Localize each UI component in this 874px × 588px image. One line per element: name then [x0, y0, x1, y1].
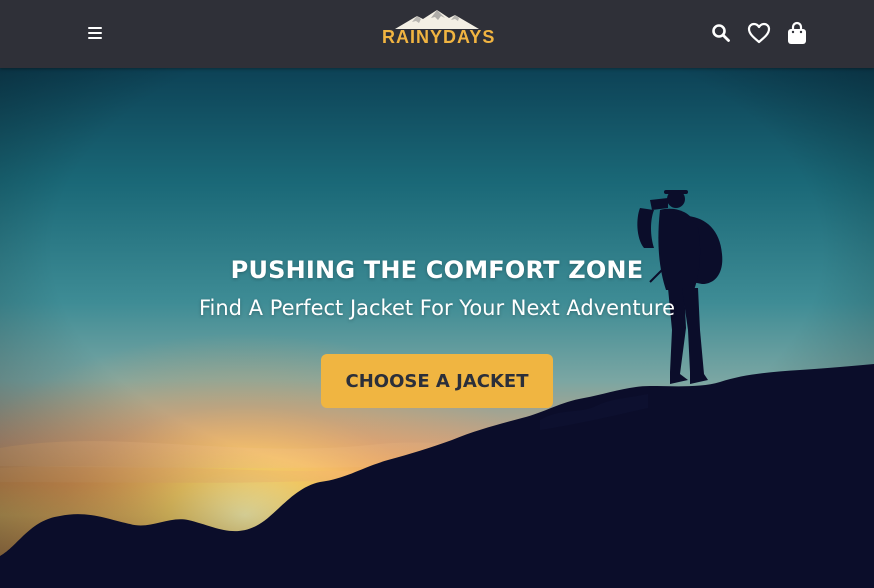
logo-text: RAINYDAYS — [382, 27, 496, 47]
hero-section: PUSHING THE COMFORT ZONE Find A Perfect … — [0, 68, 874, 588]
site-header: RAINYDAYS — [0, 0, 874, 68]
hero-subtitle: Find A Perfect Jacket For Your Next Adve… — [198, 296, 676, 320]
header-actions — [708, 20, 810, 46]
favorites-button[interactable] — [746, 20, 772, 46]
menu-button[interactable] — [83, 21, 107, 45]
heart-icon — [747, 22, 771, 44]
search-button[interactable] — [708, 20, 734, 46]
choose-jacket-button[interactable]: CHOOSE A JACKET — [321, 354, 553, 408]
search-icon — [712, 24, 730, 42]
site-logo[interactable]: RAINYDAYS — [382, 8, 496, 56]
hero-content: PUSHING THE COMFORT ZONE Find A Perfect … — [0, 256, 874, 408]
page: RAINYDAYS PUSHING THE COMFORT ZONE Find … — [0, 0, 874, 588]
hero-title: PUSHING THE COMFORT ZONE — [230, 256, 644, 284]
shopping-bag-icon — [788, 21, 806, 44]
cart-button[interactable] — [784, 20, 810, 46]
hamburger-menu-icon — [88, 27, 102, 39]
